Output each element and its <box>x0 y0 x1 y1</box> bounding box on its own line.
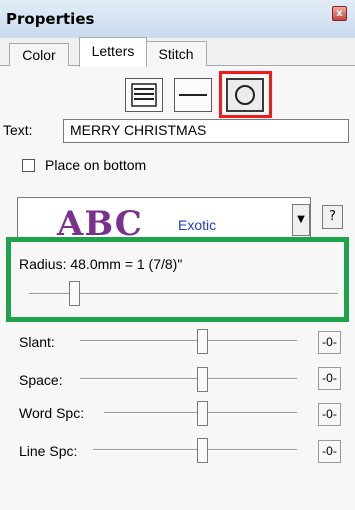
radius-slider-thumb[interactable] <box>69 281 80 306</box>
red-highlight-box <box>219 71 272 118</box>
space-slider-thumb[interactable] <box>197 367 208 392</box>
font-dropdown-button[interactable]: ▼ <box>292 204 310 236</box>
text-label: Text: <box>3 122 33 138</box>
properties-panel: Properties x Color Letters Stitch Text: … <box>0 0 355 510</box>
tab-color[interactable]: Color <box>9 43 69 66</box>
tab-color-label: Color <box>22 47 56 63</box>
slant-label: Slant: <box>19 334 55 350</box>
line-spacing-slider-track[interactable] <box>93 449 297 451</box>
place-on-bottom-label: Place on bottom <box>45 157 147 173</box>
shape-straight-button[interactable] <box>174 78 212 112</box>
green-highlight-box <box>6 237 349 322</box>
line-spacing-reset-button[interactable]: -0- <box>318 440 341 463</box>
title-bar: Properties x <box>0 0 355 38</box>
space-label: Space: <box>19 372 63 388</box>
font-name: Exotic <box>178 217 217 233</box>
space-reset-button[interactable]: -0- <box>318 367 341 390</box>
slant-reset-button[interactable]: -0- <box>318 331 341 354</box>
word-spacing-slider-thumb[interactable] <box>197 401 208 426</box>
slant-slider-track[interactable] <box>80 340 297 342</box>
tab-stitch-label: Stitch <box>158 46 194 62</box>
line-icon <box>179 94 207 96</box>
line-spacing-label: Line Spc: <box>19 443 78 459</box>
tab-letters[interactable]: Letters <box>79 37 147 67</box>
place-on-bottom-checkbox[interactable] <box>22 159 35 172</box>
shape-multiline-button[interactable] <box>125 78 163 112</box>
word-spacing-label: Word Spc: <box>19 405 85 421</box>
lines-icon <box>131 83 157 107</box>
tab-stitch[interactable]: Stitch <box>145 41 207 66</box>
word-spacing-reset-button[interactable]: -0- <box>318 403 341 426</box>
line-spacing-slider-thumb[interactable] <box>197 438 208 463</box>
text-input[interactable]: MERRY CHRISTMAS <box>63 119 349 143</box>
font-selector[interactable]: ABC Exotic <box>17 197 311 244</box>
space-slider-track[interactable] <box>80 378 297 380</box>
radius-label: Radius: 48.0mm = 1 (7/8)" <box>19 256 183 272</box>
close-button[interactable]: x <box>332 6 347 21</box>
slant-slider-thumb[interactable] <box>197 329 208 354</box>
window-title: Properties <box>6 10 95 28</box>
tab-letters-label: Letters <box>91 43 135 59</box>
font-help-button[interactable]: ? <box>322 205 343 229</box>
